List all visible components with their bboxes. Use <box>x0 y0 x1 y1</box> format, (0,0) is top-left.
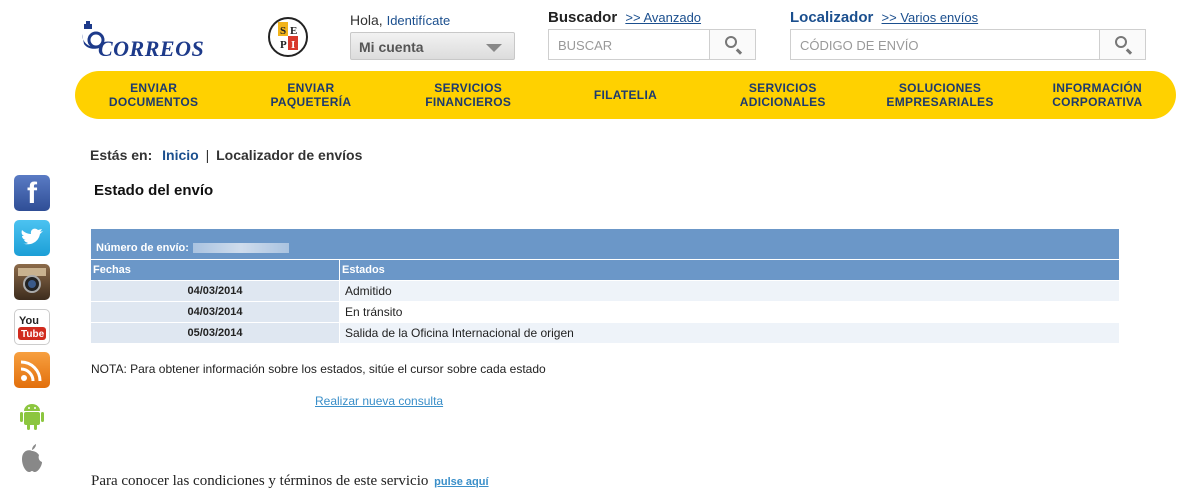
tracking-table: Número de envío: Fechas Estados 04/03/20… <box>91 229 1119 343</box>
account-dropdown[interactable]: Mi cuenta <box>350 32 515 60</box>
tracking-code-input[interactable]: CÓDIGO DE ENVÍO <box>790 29 1146 60</box>
nav-soluciones-empresariales[interactable]: SOLUCIONES EMPRESARIALES <box>861 81 1018 109</box>
tracking-search-button[interactable] <box>1099 30 1145 59</box>
terms-link[interactable]: pulse aquí <box>434 476 488 488</box>
breadcrumb-current: Localizador de envíos <box>216 147 363 163</box>
facebook-icon[interactable]: f <box>14 175 50 211</box>
search-icon <box>1115 36 1127 48</box>
buscador-heading: Buscador >> Avanzado <box>548 9 701 26</box>
search-input[interactable]: BUSCAR <box>548 29 756 60</box>
tracking-code-placeholder: CÓDIGO DE ENVÍO <box>800 38 919 53</box>
column-header-dates: Fechas <box>91 260 339 280</box>
nav-filatelia[interactable]: FILATELIA <box>547 88 704 102</box>
table-row: 04/03/2014 En tránsito <box>91 302 1119 322</box>
nav-servicios-financieros[interactable]: SERVICIOS FINANCIEROS <box>390 81 547 109</box>
account-dropdown-label: Mi cuenta <box>359 39 424 55</box>
identify-link[interactable]: Identifícate <box>387 13 451 28</box>
apple-icon[interactable] <box>14 440 50 476</box>
advanced-search-link[interactable]: >> Avanzado <box>625 10 701 25</box>
svg-text:I: I <box>291 39 295 51</box>
tracking-number-header: Número de envío: <box>91 229 1119 259</box>
table-column-headers: Fechas Estados <box>91 260 1119 280</box>
tracking-number-label: Número de envío: <box>96 242 189 254</box>
twitter-icon[interactable] <box>14 220 50 256</box>
nav-enviar-documentos[interactable]: ENVIAR DOCUMENTOS <box>75 81 232 109</box>
multiple-shipments-link[interactable]: >> Varios envíos <box>882 10 979 25</box>
row-state[interactable]: En tránsito <box>340 302 1119 322</box>
row-date: 04/03/2014 <box>91 281 339 301</box>
chevron-down-icon <box>486 44 502 52</box>
column-header-states: Estados <box>340 260 1119 280</box>
nav-informacion-corporativa[interactable]: INFORMACIÓN CORPORATIVA <box>1019 81 1176 109</box>
localizador-heading: Localizador >> Varios envíos <box>790 9 978 26</box>
search-icon <box>725 36 737 48</box>
row-date: 04/03/2014 <box>91 302 339 322</box>
instagram-icon[interactable] <box>14 264 50 300</box>
main-nav: ENVIAR DOCUMENTOS ENVIAR PAQUETERÍA SERV… <box>75 71 1176 119</box>
breadcrumb: Estás en: Inicio | Localizador de envíos <box>90 147 362 163</box>
greeting-text: Hola, <box>350 12 383 28</box>
rss-icon[interactable] <box>14 352 50 388</box>
localizador-title: Localizador <box>790 9 874 26</box>
breadcrumb-prefix: Estás en: <box>90 147 153 163</box>
greeting: Hola, Identifícate <box>350 12 450 28</box>
nav-enviar-paqueteria[interactable]: ENVIAR PAQUETERÍA <box>232 81 389 109</box>
row-date: 05/03/2014 <box>91 323 339 343</box>
table-row: 04/03/2014 Admitido <box>91 281 1119 301</box>
table-row: 05/03/2014 Salida de la Oficina Internac… <box>91 323 1119 343</box>
row-state[interactable]: Admitido <box>340 281 1119 301</box>
breadcrumb-home-link[interactable]: Inicio <box>162 147 199 163</box>
row-state[interactable]: Salida de la Oficina Internacional de or… <box>340 323 1119 343</box>
search-input-placeholder: BUSCAR <box>558 38 613 53</box>
svg-text:You: You <box>19 315 39 327</box>
svg-text:S: S <box>280 25 286 37</box>
svg-text:E: E <box>290 25 297 37</box>
sepi-logo-icon: S E P I <box>268 17 308 57</box>
svg-text:Tube: Tube <box>21 329 45 340</box>
nav-servicios-adicionales[interactable]: SERVICIOS ADICIONALES <box>704 81 861 109</box>
search-button[interactable] <box>709 30 755 59</box>
youtube-icon[interactable]: You Tube <box>14 309 50 345</box>
correos-logo[interactable]: CORREOS <box>78 18 223 66</box>
svg-text:P: P <box>280 39 287 51</box>
page-title: Estado del envío <box>94 182 214 199</box>
buscador-title: Buscador <box>548 9 618 26</box>
tracking-number-redacted <box>192 243 289 253</box>
footer-terms: Para conocer las condiciones y términos … <box>91 473 489 490</box>
breadcrumb-separator: | <box>205 147 210 163</box>
status-note: NOTA: Para obtener información sobre los… <box>91 362 546 376</box>
new-query-link[interactable]: Realizar nueva consulta <box>315 394 443 408</box>
logo-text: CORREOS <box>98 36 205 61</box>
footer-text: Para conocer las condiciones y términos … <box>91 473 429 489</box>
android-icon[interactable] <box>14 397 50 433</box>
